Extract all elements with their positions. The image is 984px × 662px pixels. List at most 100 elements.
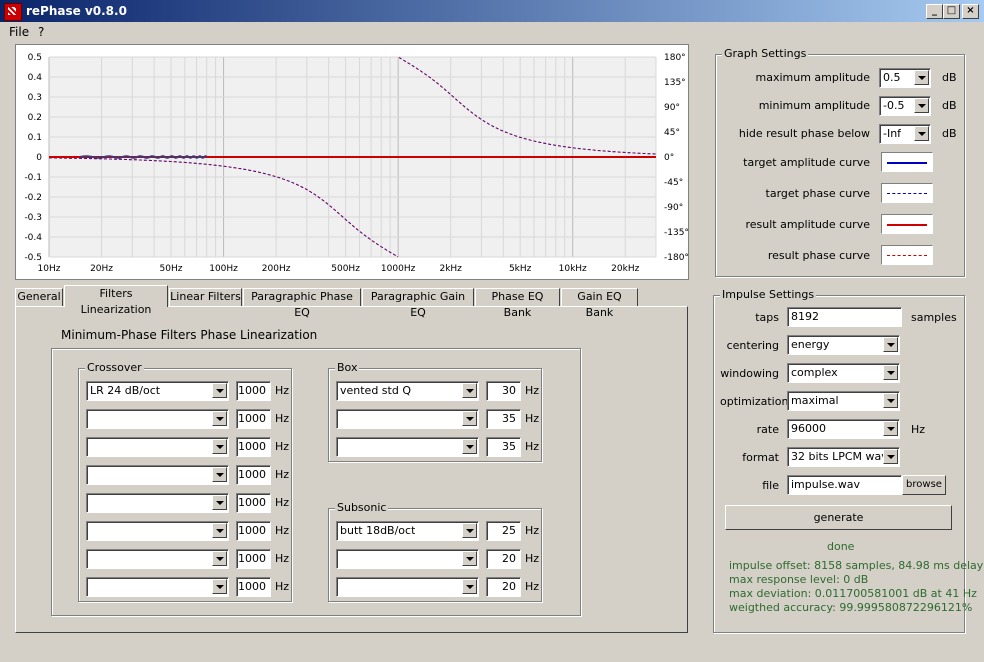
box-frequency-field[interactable]: 35	[486, 409, 521, 429]
windowing-select[interactable]: complex	[787, 363, 900, 383]
crossover-type-select[interactable]	[86, 549, 229, 569]
crossover-hz-unit: Hz	[275, 580, 290, 593]
y-right-tick: 0°	[664, 153, 674, 163]
result-amp-curve-swatch[interactable]	[881, 214, 933, 234]
tab-general[interactable]: General	[15, 288, 63, 306]
y-right-tick: -180°	[664, 253, 688, 263]
box-frequency-field[interactable]: 30	[486, 381, 521, 401]
chevron-down-icon[interactable]	[212, 411, 227, 426]
chevron-down-icon[interactable]	[212, 383, 227, 398]
centering-select[interactable]: energy	[787, 335, 900, 355]
menu-bar: File ?	[0, 22, 984, 40]
crossover-title: Crossover	[85, 361, 144, 374]
crossover-frequency-field[interactable]: 1000	[236, 493, 271, 513]
crossover-frequency-field[interactable]: 1000	[236, 465, 271, 485]
generate-button[interactable]: generate	[725, 505, 952, 530]
y-left-tick: 0	[36, 153, 42, 163]
max-amplitude-select[interactable]: 0.5	[879, 68, 931, 88]
chevron-down-icon[interactable]	[212, 579, 227, 594]
crossover-frequency-field[interactable]: 1000	[236, 437, 271, 457]
windowing-label: windowing	[720, 367, 779, 380]
max-amplitude-label: maximum amplitude	[755, 71, 870, 84]
taps-label: taps	[755, 311, 779, 324]
format-select[interactable]: 32 bits LPCM wav	[787, 447, 900, 467]
rate-select[interactable]: 96000	[787, 419, 900, 439]
tab-filters-linearization[interactable]: Filters Linearization	[64, 285, 168, 316]
min-amplitude-label: minimum amplitude	[758, 99, 870, 112]
min-amplitude-select[interactable]: -0.5	[879, 96, 931, 116]
taps-field[interactable]: 8192	[787, 307, 902, 327]
crossover-type-select[interactable]	[86, 493, 229, 513]
crossover-type-select[interactable]	[86, 465, 229, 485]
crossover-frequency-field[interactable]: 1000	[236, 409, 271, 429]
tab-linear-filters[interactable]: Linear Filters	[169, 288, 242, 306]
chevron-down-icon[interactable]	[212, 467, 227, 482]
crossover-type-select[interactable]	[86, 437, 229, 457]
y-right-tick: -45°	[664, 178, 683, 188]
y-left-tick: -0.2	[24, 193, 42, 203]
crossover-type-select[interactable]	[86, 521, 229, 541]
panel-heading: Minimum-Phase Filters Phase Linearizatio…	[61, 328, 318, 342]
chevron-down-icon[interactable]	[462, 579, 477, 594]
chevron-down-icon[interactable]	[883, 365, 898, 380]
menu-help[interactable]: ?	[38, 25, 44, 39]
chevron-down-icon[interactable]	[462, 523, 477, 538]
subsonic-type-select[interactable]: butt 18dB/oct	[336, 521, 479, 541]
result-phase-curve-label: result phase curve	[767, 249, 870, 262]
target-amp-curve-swatch[interactable]	[881, 152, 933, 172]
target-phase-curve-swatch[interactable]	[881, 183, 933, 203]
chevron-down-icon[interactable]	[462, 439, 477, 454]
tab-paragraphic-gain-eq[interactable]: Paragraphic Gain EQ	[362, 288, 474, 319]
chevron-down-icon[interactable]	[883, 449, 898, 464]
y-right-tick: -90°	[664, 203, 683, 213]
chevron-down-icon[interactable]	[914, 70, 929, 85]
subsonic-frequency-field[interactable]: 20	[486, 577, 521, 597]
subsonic-type-select[interactable]	[336, 577, 479, 597]
chevron-down-icon[interactable]	[883, 421, 898, 436]
response-graph[interactable]: 0.5 0.4 0.3 0.2 0.1 0 -0.1 -0.2 -0.3 -0.4 -0.5 180…	[15, 44, 689, 280]
box-type-select[interactable]: vented std Q	[336, 381, 479, 401]
chevron-down-icon[interactable]	[883, 393, 898, 408]
tab-paragraphic-phase-eq[interactable]: Paragraphic Phase EQ	[243, 288, 361, 319]
crossover-type-select[interactable]	[86, 577, 229, 597]
crossover-frequency-field[interactable]: 1000	[236, 549, 271, 569]
subsonic-frequency-field[interactable]: 20	[486, 549, 521, 569]
tab-phase-eq-bank[interactable]: Phase EQ Bank	[475, 288, 560, 319]
format-label: format	[742, 451, 779, 464]
crossover-hz-unit: Hz	[275, 496, 290, 509]
crossover-frequency-field[interactable]: 1000	[236, 381, 271, 401]
chevron-down-icon[interactable]	[212, 495, 227, 510]
crossover-frequency-field[interactable]: 1000	[236, 521, 271, 541]
crossover-type-select[interactable]	[86, 409, 229, 429]
minimize-button[interactable]: _	[926, 4, 943, 19]
chevron-down-icon[interactable]	[883, 337, 898, 352]
result-phase-curve-swatch[interactable]	[881, 245, 933, 265]
chevron-down-icon[interactable]	[212, 551, 227, 566]
chevron-down-icon[interactable]	[914, 98, 929, 113]
max-response-status: max response level: 0 dB	[729, 573, 869, 586]
chevron-down-icon[interactable]	[914, 126, 929, 141]
maximize-button[interactable]: □	[943, 4, 960, 19]
optimization-select[interactable]: maximal	[787, 391, 900, 411]
menu-file[interactable]: File	[9, 25, 29, 39]
x-tick: 100Hz	[209, 264, 238, 274]
close-button[interactable]: ×	[962, 4, 979, 19]
chevron-down-icon[interactable]	[462, 411, 477, 426]
hide-phase-select[interactable]: -Inf	[879, 124, 931, 144]
browse-button[interactable]: browse	[902, 475, 946, 495]
chevron-down-icon[interactable]	[462, 551, 477, 566]
chevron-down-icon[interactable]	[212, 523, 227, 538]
file-field[interactable]: impulse.wav	[787, 475, 902, 495]
box-frequency-field[interactable]: 35	[486, 437, 521, 457]
tab-gain-eq-bank[interactable]: Gain EQ Bank	[561, 288, 638, 319]
crossover-frequency-field[interactable]: 1000	[236, 577, 271, 597]
crossover-hz-unit: Hz	[275, 524, 290, 537]
chevron-down-icon[interactable]	[462, 383, 477, 398]
subsonic-frequency-field[interactable]: 25	[486, 521, 521, 541]
chevron-down-icon[interactable]	[212, 439, 227, 454]
box-type-select[interactable]	[336, 437, 479, 457]
crossover-type-select[interactable]: LR 24 dB/oct	[86, 381, 229, 401]
box-type-select[interactable]	[336, 409, 479, 429]
subsonic-type-select[interactable]	[336, 549, 479, 569]
box-hz-unit: Hz	[525, 412, 540, 425]
